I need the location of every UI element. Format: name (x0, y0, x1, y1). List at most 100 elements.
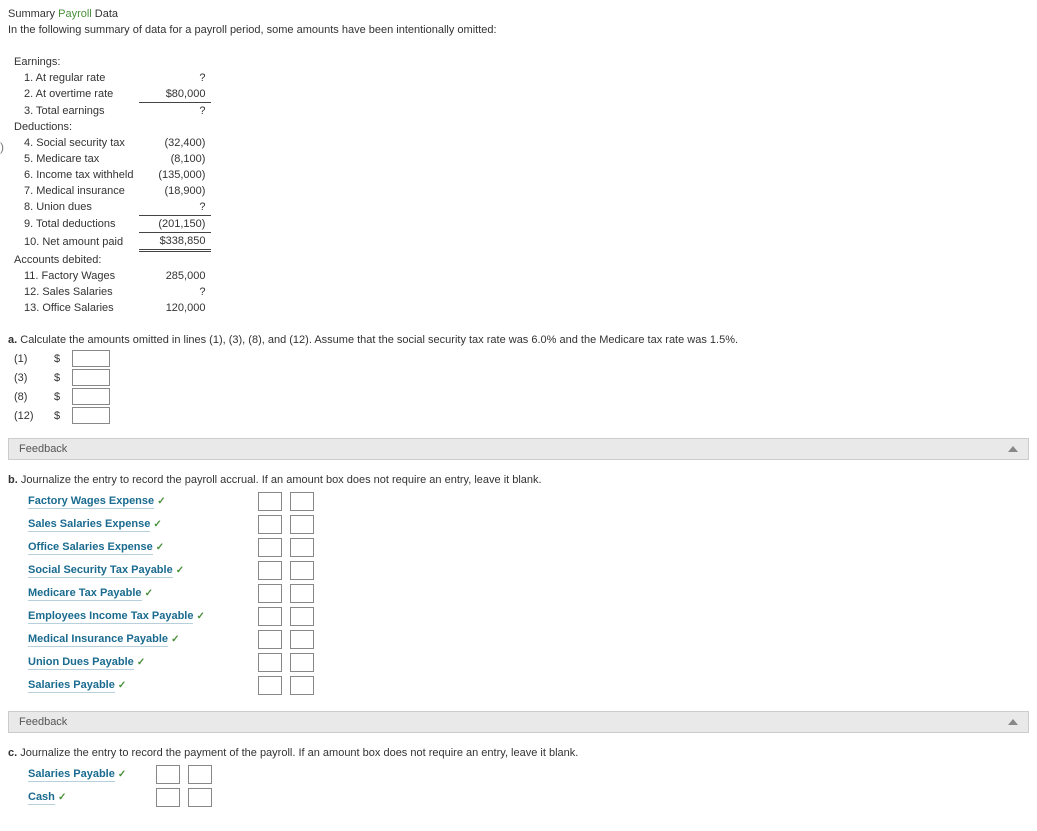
journal-row: Medical Insurance Payable ✓ (24, 628, 318, 651)
account-link[interactable]: Medicare Tax Payable (28, 587, 142, 601)
row-10-label: 10. Net amount paid (8, 233, 139, 251)
debit-input[interactable] (258, 653, 282, 672)
answer-input-4[interactable] (72, 407, 110, 424)
row-1-label: 1. At regular rate (8, 70, 139, 86)
journal-row: Factory Wages Expense ✓ (24, 490, 318, 513)
check-icon: ✓ (157, 496, 165, 507)
feedback-label: Feedback (19, 443, 67, 455)
section-c: c. Journalize the entry to record the pa… (8, 747, 1029, 809)
journal-row: Social Security Tax Payable ✓ (24, 559, 318, 582)
payroll-data-table: Earnings: 1. At regular rate? 2. At over… (8, 54, 211, 316)
debit-input[interactable] (258, 561, 282, 580)
row-7-value: (18,900) (139, 183, 211, 199)
journal-row: Union Dues Payable ✓ (24, 651, 318, 674)
row-12-value: ? (139, 284, 211, 300)
title-highlight: Payroll (58, 8, 92, 20)
row-9-label: 9. Total deductions (8, 216, 139, 233)
answer-tag: (8) (14, 391, 44, 403)
account-link[interactable]: Salaries Payable (28, 679, 115, 693)
chevron-up-icon (1008, 719, 1018, 725)
account-link[interactable]: Sales Salaries Expense (28, 518, 150, 532)
account-link[interactable]: Union Dues Payable (28, 656, 134, 670)
credit-input[interactable] (290, 492, 314, 511)
section-a: a. Calculate the amounts omitted in line… (8, 334, 1029, 424)
row-13-value: 120,000 (139, 300, 211, 316)
credit-input[interactable] (290, 561, 314, 580)
debit-input[interactable] (258, 630, 282, 649)
answer-tag: (12) (14, 410, 44, 422)
credit-input[interactable] (290, 515, 314, 534)
answer-tag: (3) (14, 372, 44, 384)
account-link[interactable]: Employees Income Tax Payable (28, 610, 193, 624)
answer-row: (12) $ (14, 407, 1029, 424)
feedback-bar-b[interactable]: Feedback (8, 711, 1029, 733)
journal-row: Salaries Payable ✓ (24, 674, 318, 697)
answer-input-2[interactable] (72, 369, 110, 386)
credit-input[interactable] (290, 630, 314, 649)
row-6-label: 6. Income tax withheld (8, 167, 139, 183)
credit-input[interactable] (290, 538, 314, 557)
credit-input[interactable] (188, 788, 212, 807)
debit-input[interactable] (156, 765, 180, 784)
answer-input-1[interactable] (72, 350, 110, 367)
answer-input-3[interactable] (72, 388, 110, 405)
section-b-text: Journalize the entry to record the payro… (21, 474, 542, 486)
journal-row: Office Salaries Expense ✓ (24, 536, 318, 559)
dollar-sign: $ (54, 410, 62, 422)
row-8-value: ? (139, 199, 211, 216)
check-icon: ✓ (145, 588, 153, 599)
answer-tag: (1) (14, 353, 44, 365)
answer-row: (3) $ (14, 369, 1029, 386)
answer-row: (8) $ (14, 388, 1029, 405)
title-post: Data (92, 8, 118, 20)
row-9-value: (201,150) (139, 216, 211, 233)
check-icon: ✓ (153, 519, 161, 530)
deductions-header: Deductions: (8, 119, 211, 135)
section-b: b. Journalize the entry to record the pa… (8, 474, 1029, 697)
row-11-label: 11. Factory Wages (8, 268, 139, 284)
row-11-value: 285,000 (139, 268, 211, 284)
dollar-sign: $ (54, 391, 62, 403)
feedback-bar-a[interactable]: Feedback (8, 438, 1029, 460)
credit-input[interactable] (290, 653, 314, 672)
credit-input[interactable] (290, 676, 314, 695)
account-link[interactable]: Cash (28, 791, 55, 805)
debit-input[interactable] (156, 788, 180, 807)
debit-input[interactable] (258, 515, 282, 534)
intro-text: In the following summary of data for a p… (8, 24, 1029, 36)
row-8-label: 8. Union dues (8, 199, 139, 216)
accounts-header: Accounts debited: (8, 251, 211, 269)
account-link[interactable]: Medical Insurance Payable (28, 633, 168, 647)
check-icon: ✓ (176, 565, 184, 576)
row-5-label: 5. Medicare tax (8, 151, 139, 167)
debit-input[interactable] (258, 492, 282, 511)
section-a-label: a. (8, 334, 17, 346)
section-c-text: Journalize the entry to record the payme… (20, 747, 578, 759)
check-icon: ✓ (197, 611, 205, 622)
check-icon: ✓ (171, 634, 179, 645)
section-c-label: c. (8, 747, 17, 759)
debit-input[interactable] (258, 607, 282, 626)
account-link[interactable]: Salaries Payable (28, 768, 115, 782)
section-a-text: Calculate the amounts omitted in lines (… (20, 334, 738, 346)
journal-row: Cash ✓ (24, 786, 216, 809)
debit-input[interactable] (258, 538, 282, 557)
page-title: Summary Payroll Data (8, 8, 1029, 20)
debit-input[interactable] (258, 676, 282, 695)
journal-row: Salaries Payable ✓ (24, 763, 216, 786)
journal-row: Medicare Tax Payable ✓ (24, 582, 318, 605)
row-3-label: 3. Total earnings (8, 103, 139, 120)
debit-input[interactable] (258, 584, 282, 603)
row-6-value: (135,000) (139, 167, 211, 183)
credit-input[interactable] (290, 584, 314, 603)
account-link[interactable]: Social Security Tax Payable (28, 564, 173, 578)
account-link[interactable]: Office Salaries Expense (28, 541, 153, 555)
row-7-label: 7. Medical insurance (8, 183, 139, 199)
journal-row: Employees Income Tax Payable ✓ (24, 605, 318, 628)
check-icon: ✓ (58, 792, 66, 803)
account-link[interactable]: Factory Wages Expense (28, 495, 154, 509)
row-5-value: (8,100) (139, 151, 211, 167)
credit-input[interactable] (290, 607, 314, 626)
dollar-sign: $ (54, 372, 62, 384)
credit-input[interactable] (188, 765, 212, 784)
